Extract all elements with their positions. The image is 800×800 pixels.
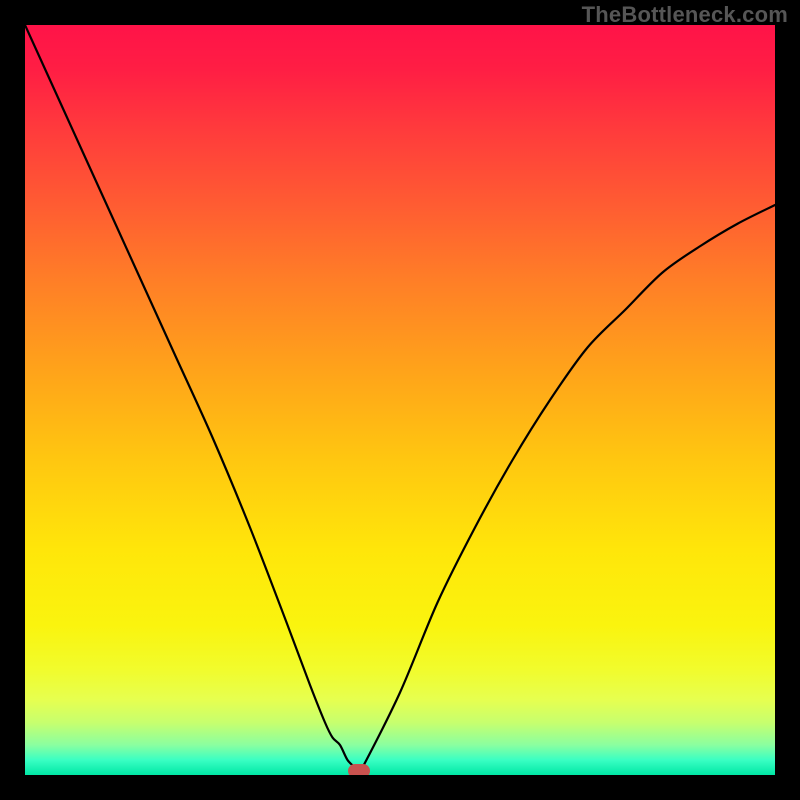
plot-area — [25, 25, 775, 775]
optimum-marker — [348, 764, 370, 775]
chart-frame: TheBottleneck.com — [0, 0, 800, 800]
watermark-text: TheBottleneck.com — [582, 2, 788, 28]
bottleneck-curve — [25, 25, 775, 775]
